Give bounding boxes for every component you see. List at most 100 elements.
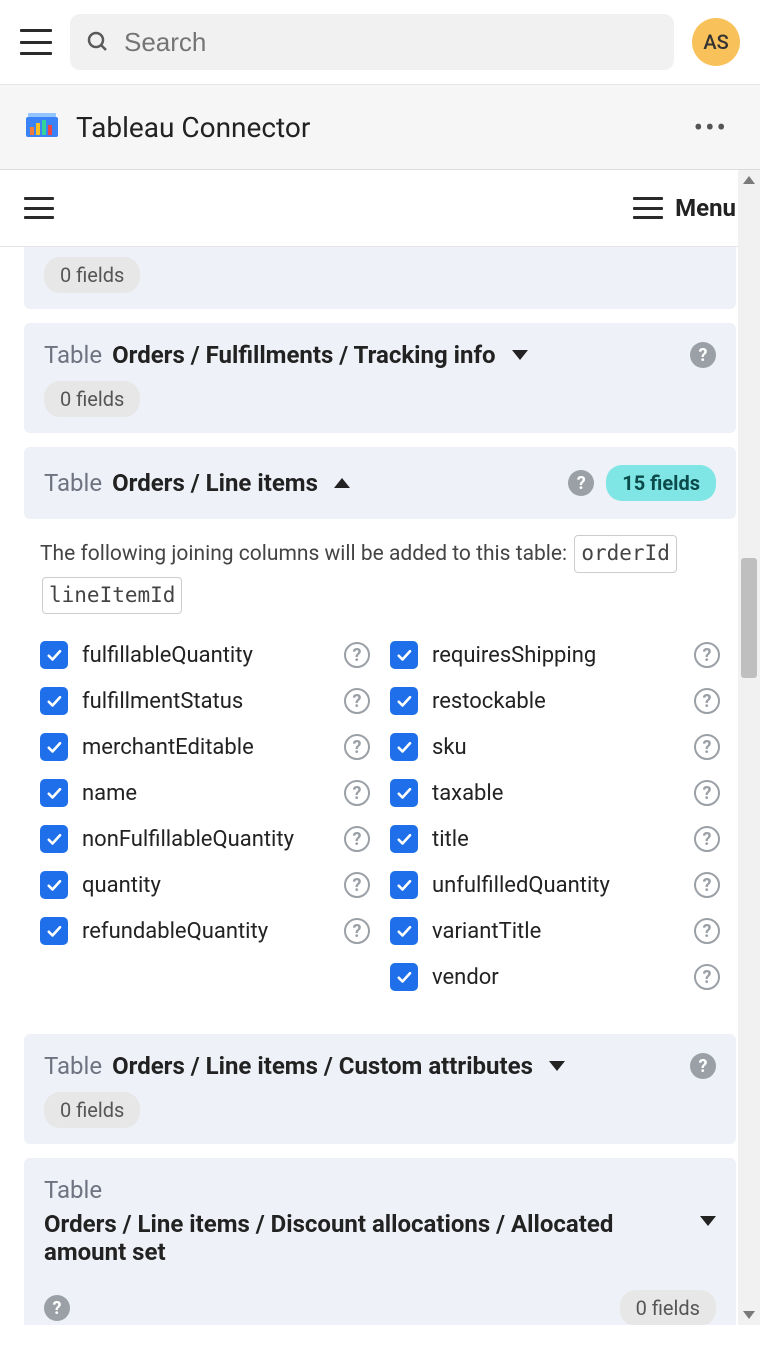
field-row: fulfillableQuantity? <box>40 632 370 678</box>
more-options-icon[interactable]: ••• <box>686 111 736 144</box>
field-checkbox[interactable] <box>390 687 418 715</box>
table-prefix: Table <box>44 469 102 497</box>
field-row: refundableQuantity? <box>40 908 370 954</box>
field-row: fulfillmentStatus? <box>40 678 370 724</box>
field-checkbox[interactable] <box>40 917 68 945</box>
field-checkbox[interactable] <box>40 779 68 807</box>
field-row: merchantEditable? <box>40 724 370 770</box>
help-icon[interactable]: ? <box>44 1295 70 1321</box>
content-scroll-wrap: Menu 0 fields Table Orders / Fulfillment… <box>0 170 760 1325</box>
secondary-bar: Menu <box>0 170 760 247</box>
scroll-down-arrow-icon[interactable] <box>738 1305 760 1325</box>
field-checkbox[interactable] <box>390 917 418 945</box>
search-input[interactable] <box>124 27 658 58</box>
table-prefix: Table <box>44 1052 102 1080</box>
field-label: variantTitle <box>432 919 680 944</box>
field-checkbox[interactable] <box>390 779 418 807</box>
help-icon[interactable]: ? <box>694 872 720 898</box>
help-icon[interactable]: ? <box>690 1053 716 1079</box>
help-icon[interactable]: ? <box>694 780 720 806</box>
fields-column: requiresShipping?restockable?sku?taxable… <box>390 632 720 1000</box>
field-checkbox[interactable] <box>390 871 418 899</box>
table-header[interactable]: Table Orders / Line items ? 15 fields <box>24 447 736 519</box>
help-icon[interactable]: ? <box>694 688 720 714</box>
scrollbar[interactable] <box>738 170 760 1325</box>
help-icon[interactable]: ? <box>694 826 720 852</box>
help-icon[interactable]: ? <box>694 964 720 990</box>
field-label: sku <box>432 735 680 760</box>
field-checkbox[interactable] <box>390 963 418 991</box>
chevron-down-icon <box>549 1061 565 1071</box>
field-label: title <box>432 827 680 852</box>
table-name: Orders / Line items <box>112 469 318 497</box>
field-label: unfulfilledQuantity <box>432 873 680 898</box>
avatar[interactable]: AS <box>692 18 740 66</box>
join-columns-note: The following joining columns will be ad… <box>36 533 724 628</box>
field-row: taxable? <box>390 770 720 816</box>
secondary-menu-left-icon[interactable] <box>24 197 54 219</box>
field-label: fulfillableQuantity <box>82 643 330 668</box>
field-row: nonFulfillableQuantity? <box>40 816 370 862</box>
field-label: requiresShipping <box>432 643 680 668</box>
field-row: name? <box>40 770 370 816</box>
table-prefix: Table <box>44 1176 102 1204</box>
table-name: Orders / Fulfillments / Tracking info <box>112 341 496 369</box>
table-card: Table Orders / Line items / Custom attri… <box>24 1034 736 1144</box>
field-count-badge: 0 fields <box>44 257 140 293</box>
table-card: Table Orders / Line items / Discount all… <box>24 1158 736 1325</box>
menu-icon <box>633 197 663 219</box>
field-label: nonFulfillableQuantity <box>82 827 330 852</box>
chevron-up-icon <box>334 478 350 488</box>
help-icon[interactable]: ? <box>344 734 370 760</box>
main-menu-icon[interactable] <box>20 29 52 55</box>
search-box[interactable] <box>70 14 674 70</box>
field-checkbox[interactable] <box>40 641 68 669</box>
scroll-up-arrow-icon[interactable] <box>738 170 760 190</box>
menu-button[interactable]: Menu <box>633 194 736 222</box>
field-row: requiresShipping? <box>390 632 720 678</box>
field-label: taxable <box>432 781 680 806</box>
help-icon[interactable]: ? <box>344 826 370 852</box>
help-icon[interactable]: ? <box>344 780 370 806</box>
field-checkbox[interactable] <box>390 825 418 853</box>
help-icon[interactable]: ? <box>344 918 370 944</box>
field-row: vendor? <box>390 954 720 1000</box>
chevron-down-icon <box>700 1216 716 1226</box>
table-name: Orders / Line items / Custom attributes <box>112 1052 533 1080</box>
content-pane: Menu 0 fields Table Orders / Fulfillment… <box>0 170 760 1325</box>
help-icon[interactable]: ? <box>344 688 370 714</box>
tables-area: 0 fields Table Orders / Fulfillments / T… <box>0 247 760 1325</box>
field-checkbox[interactable] <box>390 733 418 761</box>
field-label: merchantEditable <box>82 735 330 760</box>
field-checkbox[interactable] <box>40 825 68 853</box>
table-name: Orders / Line items / Discount allocatio… <box>44 1210 613 1266</box>
field-checkbox[interactable] <box>40 733 68 761</box>
field-checkbox[interactable] <box>40 871 68 899</box>
fields-column: fulfillableQuantity?fulfillmentStatus?me… <box>40 632 370 1000</box>
scrollbar-track[interactable] <box>738 190 760 1305</box>
table-prefix: Table <box>44 341 102 369</box>
field-label: vendor <box>432 965 680 990</box>
scrollbar-thumb[interactable] <box>741 558 757 678</box>
table-header[interactable]: Table Orders / Fulfillments / Tracking i… <box>24 323 736 381</box>
search-icon <box>86 30 110 54</box>
help-icon[interactable]: ? <box>344 872 370 898</box>
app-bar: Tableau Connector ••• <box>0 84 760 170</box>
table-card: 0 fields <box>24 247 736 309</box>
field-checkbox[interactable] <box>390 641 418 669</box>
app-icon <box>24 109 60 145</box>
help-icon[interactable]: ? <box>568 470 594 496</box>
field-checkbox[interactable] <box>40 687 68 715</box>
table-card: Table Orders / Line items ? 15 fields <box>24 447 736 519</box>
help-icon[interactable]: ? <box>694 734 720 760</box>
help-icon[interactable]: ? <box>694 918 720 944</box>
help-icon[interactable]: ? <box>694 642 720 668</box>
join-column-chip: lineItemId <box>42 577 182 615</box>
field-count-badge: 0 fields <box>44 381 140 417</box>
help-icon[interactable]: ? <box>344 642 370 668</box>
help-icon[interactable]: ? <box>690 342 716 368</box>
chevron-down-icon <box>512 350 528 360</box>
table-header[interactable]: Table Orders / Line items / Discount all… <box>24 1158 736 1278</box>
field-count-badge: 0 fields <box>620 1290 716 1325</box>
table-header[interactable]: Table Orders / Line items / Custom attri… <box>24 1034 736 1092</box>
